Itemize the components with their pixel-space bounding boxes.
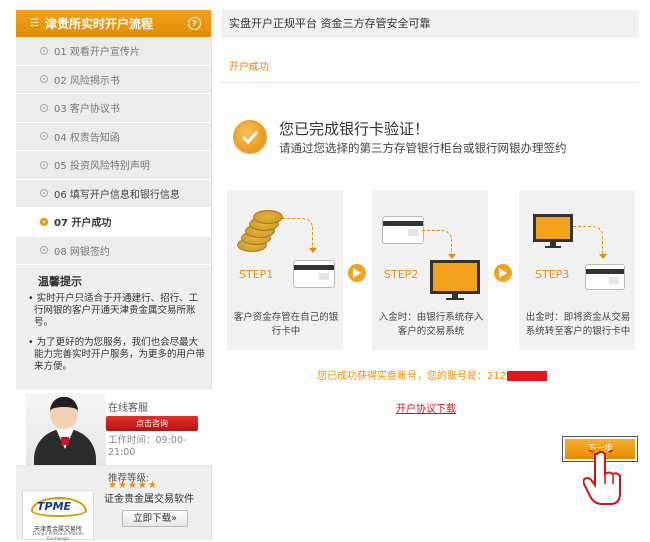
top-banner: 实盘开户正规平台 资金三方存管安全可靠 (221, 10, 639, 37)
check-icon (233, 120, 267, 154)
tips-item: • 为了更好的为您服务，我们也会尽最大能力完善实时开户服务，为更多的用户带来方便… (28, 337, 206, 372)
bullet-icon (40, 132, 48, 141)
sidebar-step-08[interactable]: 08 网银签约 (16, 236, 211, 265)
section-title: 开户成功 (229, 62, 269, 73)
sidebar-title: 津贵所实时开户流程 (44, 17, 153, 31)
flow-icon: ☰ (30, 18, 39, 29)
step-flow: STEP1 客户资金存管在自己的银行卡中 STEP2 入金时：由银行系统存入客户… (227, 190, 639, 350)
service-hours: 工作时间：09:00-21:00 (108, 435, 187, 458)
software-recommend: 推荐等级: ★★★★★ 证金贵金属交易软件 TPME 天津贵金属交易所 Tian… (16, 468, 212, 542)
arrow-right-icon (494, 264, 512, 282)
sidebar-step-02[interactable]: 02 风险揭示书 (16, 65, 211, 94)
redacted-account-number (507, 371, 548, 381)
bullet-icon (40, 75, 48, 84)
bullet-icon (40, 217, 48, 226)
coins-to-card-illustration: STEP1 (227, 190, 343, 302)
step-label: STEP2 (384, 268, 419, 281)
step-label: 01 观看开户宣传片 (54, 47, 140, 59)
tips-item: • 实时开户只适合于开通建行、招行、工行网银的客户开通天津贵金属交易所账号。 (28, 293, 199, 328)
pointer-hand-icon (583, 450, 621, 505)
sidebar-step-06[interactable]: 06 填写开户信息和银行信息 (16, 179, 211, 208)
flow-caption: 客户资金存管在自己的银行卡中 (233, 312, 339, 337)
step-label: 06 填写开户信息和银行信息 (54, 189, 180, 201)
software-name: 证金贵金属交易软件 (104, 494, 194, 505)
flow-caption: 出金时：即将资金从交易系统转至客户的银行卡中 (525, 312, 631, 337)
sidebar-header: ☰ 津贵所实时开户流程 ? (16, 10, 211, 37)
consult-button[interactable]: 点击咨询 (106, 416, 198, 431)
sidebar: ☰ 津贵所实时开户流程 ? 01 观看开户宣传片 02 风险揭示书 03 客户协… (16, 10, 212, 542)
step-label: 07 开户成功 (54, 218, 112, 230)
tpme-logo: TPME 天津贵金属交易所 Tianjin Precious Metals Ex… (22, 490, 94, 542)
system-to-card-illustration: STEP3 (519, 190, 635, 302)
agreement-download-link[interactable]: 开户协议下载 (396, 400, 456, 415)
divider (221, 82, 639, 83)
flow-panel-2: STEP2 入金时：由银行系统存入客户的交易系统 (372, 190, 488, 350)
step-label: 04 权责告知函 (54, 132, 120, 144)
step-list: 01 观看开户宣传片 02 风险揭示书 03 客户协议书 04 权责告知函 05… (16, 37, 211, 265)
success-title: 您已完成银行卡验证！ (279, 120, 430, 138)
bullet-icon (40, 189, 48, 198)
sidebar-step-07[interactable]: 07 开户成功 (16, 208, 211, 237)
arrow-right-icon (348, 264, 366, 282)
bullet-icon (40, 46, 48, 55)
step-label: 08 网银签约 (54, 246, 110, 258)
success-subtitle: 请通过您选择的第三方存管银行柜台或银行网银办理签约 (279, 141, 567, 155)
flow-caption: 入金时：由银行系统存入客户的交易系统 (378, 312, 484, 337)
service-agent-avatar (26, 393, 106, 465)
step-label: STEP1 (239, 268, 274, 281)
service-label: 在线客服 (108, 403, 148, 414)
step-label: 03 客户协议书 (54, 104, 120, 116)
step-label: 02 风险揭示书 (54, 75, 120, 87)
sidebar-step-03[interactable]: 03 客户协议书 (16, 94, 211, 123)
sidebar-step-01[interactable]: 01 观看开户宣传片 (16, 37, 211, 66)
step-label: STEP3 (535, 268, 570, 281)
card-to-system-illustration: STEP2 (372, 190, 488, 302)
download-button[interactable]: 立即下载» (122, 510, 188, 527)
bullet-icon (40, 246, 48, 255)
bullet-icon (40, 103, 48, 112)
help-icon[interactable]: ? (188, 17, 201, 30)
tips-title: 温馨提示 (38, 275, 82, 288)
tips-box: 温馨提示 • 实时开户只适合于开通建行、招行、工行网银的客户开通天津贵金属交易所… (16, 265, 211, 373)
main-content: 实盘开户正规平台 资金三方存管安全可靠 开户成功 您已完成银行卡验证！ 请通过您… (221, 10, 639, 540)
flow-panel-1: STEP1 客户资金存管在自己的银行卡中 (227, 190, 343, 350)
sidebar-step-05[interactable]: 05 投资风险特别声明 (16, 151, 211, 180)
account-message: 您已成功获得实盘账号，您的账号是：212 (317, 367, 548, 382)
online-service: 在线客服 点击咨询 工作时间：09:00-21:00 (16, 388, 212, 466)
flow-panel-3: STEP3 出金时：即将资金从交易系统转至客户的银行卡中 (519, 190, 635, 350)
sidebar-step-04[interactable]: 04 权责告知函 (16, 122, 211, 151)
step-label: 05 投资风险特别声明 (54, 161, 150, 173)
account-text: 您已成功获得实盘账号，您的账号是：212 (317, 371, 507, 382)
bullet-icon (40, 160, 48, 169)
